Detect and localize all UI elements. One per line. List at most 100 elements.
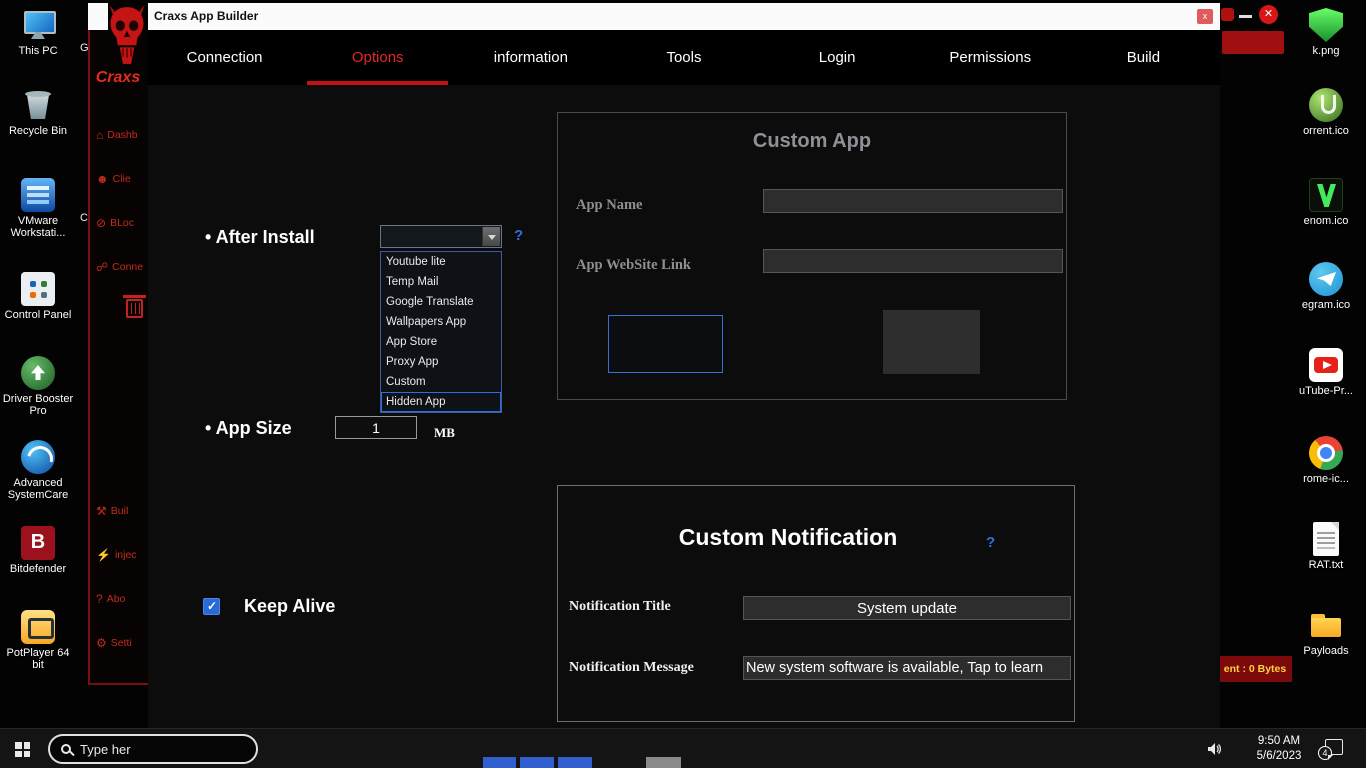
- background-window-icon: [1221, 8, 1234, 21]
- dropdown-option[interactable]: Youtube lite: [381, 252, 501, 272]
- window-title: Craxs App Builder: [154, 3, 258, 30]
- desktop-icon-this-pc[interactable]: This PC: [2, 8, 74, 57]
- hidden-icon-label-fragment: C: [80, 212, 88, 224]
- rat-menu-label: Dashb: [107, 129, 137, 141]
- desktop-icon-recycle-bin[interactable]: Recycle Bin: [2, 88, 74, 137]
- bytes-status-fragment: ent : 0 Bytes: [1218, 656, 1292, 682]
- trash-icon[interactable]: [126, 299, 143, 318]
- desktop-icon-torrent[interactable]: orrent.ico: [1290, 88, 1362, 137]
- keep-alive-checkbox[interactable]: [203, 598, 220, 615]
- app-website-label: App WebSite Link: [576, 257, 691, 274]
- desktop-icon-label: k.png: [1290, 45, 1362, 57]
- dropdown-option[interactable]: Custom: [381, 372, 501, 392]
- after-install-help[interactable]: ?: [514, 227, 523, 244]
- chevron-down-icon: [482, 227, 500, 246]
- taskbar-peek-icon[interactable]: [483, 757, 516, 768]
- desktop-icon-payloads-folder[interactable]: Payloads: [1290, 608, 1362, 657]
- rat-menu-about[interactable]: ? Abo: [96, 592, 148, 606]
- lightning-icon: ⚡: [96, 548, 111, 562]
- taskbar-peek-icon[interactable]: [520, 757, 554, 768]
- tab-login[interactable]: Login: [761, 30, 914, 85]
- green-shield-icon: [1309, 8, 1343, 42]
- clock-time: 9:50 AM: [1246, 734, 1312, 749]
- desktop-icon-label: egram.ico: [1290, 299, 1362, 311]
- after-install-dropdown[interactable]: [380, 225, 502, 248]
- desktop-icon-label: PotPlayer 64 bit: [2, 647, 74, 671]
- tab-build[interactable]: Build: [1067, 30, 1220, 85]
- rat-menu-settings[interactable]: ⚙ Setti: [96, 636, 148, 650]
- close-icon[interactable]: ✕: [1259, 5, 1278, 24]
- desktop-icon-youtube[interactable]: uTube-Pr...: [1290, 348, 1362, 397]
- builder-nav: Connection Options information Tools Log…: [148, 30, 1220, 85]
- control-panel-icon: [21, 272, 55, 306]
- hammer-icon: ⚒: [96, 504, 107, 518]
- tab-permissions[interactable]: Permissions: [914, 30, 1067, 85]
- notification-message-label: Notification Message: [569, 660, 694, 676]
- dropdown-option[interactable]: Wallpapers App: [381, 312, 501, 332]
- taskbar-search[interactable]: Type her: [48, 734, 258, 764]
- rat-menu-label: Clie: [113, 173, 131, 185]
- rat-menu-build[interactable]: ⚒ Buil: [96, 504, 148, 518]
- text-file-icon: [1313, 522, 1339, 556]
- red-button[interactable]: [1222, 31, 1284, 54]
- taskbar-peek-icon[interactable]: [558, 757, 592, 768]
- rat-menu-label: Buil: [111, 505, 129, 517]
- app-name-input[interactable]: [763, 189, 1063, 213]
- desktop-icon-apk-png[interactable]: k.png: [1290, 8, 1362, 57]
- tab-information[interactable]: information: [454, 30, 607, 85]
- rat-menu-connection[interactable]: ☍ Conne: [96, 260, 148, 274]
- desktop-icon-bitdefender[interactable]: Bitdefender: [2, 526, 74, 575]
- tab-options[interactable]: Options: [301, 30, 454, 85]
- notification-title-label: Notification Title: [569, 599, 671, 615]
- notification-message-input[interactable]: [743, 656, 1071, 680]
- start-button[interactable]: [0, 729, 46, 768]
- action-center-icon[interactable]: 4: [1325, 739, 1343, 755]
- desktop-icon-driver-booster[interactable]: Driver Booster Pro: [2, 356, 74, 417]
- app-size-unit: MB: [434, 425, 455, 441]
- taskbar-clock[interactable]: 9:50 AM 5/6/2023: [1246, 734, 1312, 764]
- rat-menu-label: Setti: [111, 637, 132, 649]
- app-icon-picker[interactable]: [608, 315, 723, 373]
- desktop-icon-rat-txt[interactable]: RAT.txt: [1290, 522, 1362, 571]
- rat-menu-block[interactable]: ⊘ BLoc: [96, 216, 148, 230]
- builder-titlebar[interactable]: Craxs App Builder x: [88, 3, 1220, 30]
- dropdown-option[interactable]: Temp Mail: [381, 272, 501, 292]
- desktop-icon-label: Control Panel: [2, 309, 74, 321]
- chrome-icon: [1309, 436, 1343, 470]
- custom-app-title: Custom App: [558, 130, 1066, 153]
- taskbar-peek-icon[interactable]: [646, 757, 681, 768]
- desktop-icon-label: Recycle Bin: [2, 125, 74, 137]
- app-icon-preview[interactable]: [883, 310, 980, 374]
- dropdown-option-focused[interactable]: Hidden App: [381, 392, 501, 412]
- desktop-icon-systemcare[interactable]: Advanced SystemCare: [2, 440, 74, 501]
- minimize-icon[interactable]: [1239, 15, 1252, 18]
- app-website-input[interactable]: [763, 249, 1063, 273]
- custom-notification-panel: Custom Notification ? Notification Title…: [557, 485, 1075, 722]
- dropdown-option[interactable]: Google Translate: [381, 292, 501, 312]
- notification-title-input[interactable]: [743, 596, 1071, 620]
- desktop-icon-vmware[interactable]: VMware Workstati...: [2, 178, 74, 239]
- desktop-icon-telegram[interactable]: egram.ico: [1290, 262, 1362, 311]
- speaker-icon[interactable]: [1206, 741, 1222, 762]
- search-icon: [61, 744, 71, 754]
- craxs-app-builder-window: Craxs App Builder x Connection Options i…: [88, 3, 1220, 728]
- dropdown-option[interactable]: Proxy App: [381, 352, 501, 372]
- craxs-skull-logo-icon: [106, 4, 148, 68]
- notification-count-badge: 4: [1318, 746, 1332, 760]
- tab-tools[interactable]: Tools: [607, 30, 760, 85]
- rat-menu-dashboard[interactable]: ⌂ Dashb: [96, 128, 148, 142]
- close-button[interactable]: x: [1197, 9, 1213, 24]
- clock-date: 5/6/2023: [1246, 749, 1312, 764]
- rat-menu-inject[interactable]: ⚡ injec: [96, 548, 148, 562]
- desktop-icon-venom[interactable]: enom.ico: [1290, 178, 1362, 227]
- desktop-icon-control-panel[interactable]: Control Panel: [2, 272, 74, 321]
- tab-connection[interactable]: Connection: [148, 30, 301, 85]
- custom-notification-help[interactable]: ?: [986, 534, 995, 551]
- app-size-input[interactable]: [335, 416, 417, 439]
- desktop-icon-potplayer[interactable]: PotPlayer 64 bit: [2, 610, 74, 671]
- dropdown-option[interactable]: App Store: [381, 332, 501, 352]
- rat-menu-clients[interactable]: ☻ Clie: [96, 172, 148, 186]
- recycle-bin-icon: [21, 88, 55, 122]
- home-icon: ⌂: [96, 128, 103, 142]
- desktop-icon-chrome[interactable]: rome-ic...: [1290, 436, 1362, 485]
